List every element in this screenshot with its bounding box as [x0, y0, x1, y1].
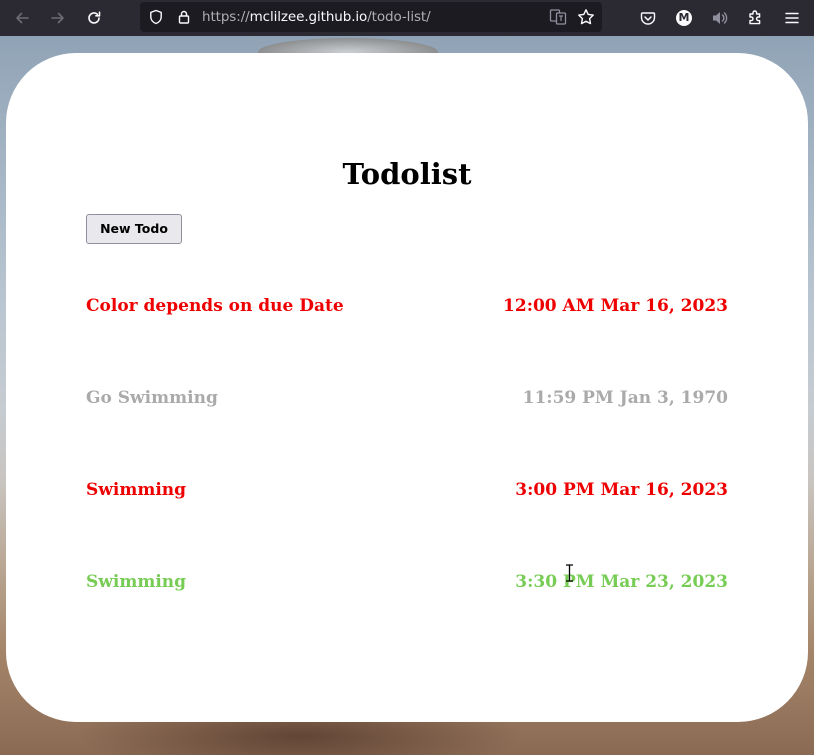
translate-button[interactable]	[546, 5, 570, 29]
back-button[interactable]	[10, 6, 34, 30]
reload-icon	[88, 11, 101, 24]
hamburger-menu-icon	[785, 12, 799, 24]
url-path: /todo-list/	[367, 9, 431, 25]
bookmark-button[interactable]	[574, 5, 598, 29]
todo-due-date: 11:59 PM Jan 3, 1970	[522, 388, 728, 408]
url-domain: mclilzee.github.io	[249, 9, 368, 25]
todo-name: Color depends on due Date	[86, 296, 344, 316]
star-icon	[578, 9, 594, 25]
arrow-right-icon	[51, 12, 64, 24]
todo-name: Swimming	[86, 480, 187, 500]
speaker-icon	[713, 12, 728, 24]
url-scheme: https://	[202, 9, 250, 25]
pocket-icon	[640, 12, 656, 25]
app-menu-button[interactable]	[780, 6, 804, 30]
site-info-button[interactable]	[172, 5, 196, 29]
lock-icon	[178, 10, 190, 24]
todo-name: Go Swimming	[86, 388, 218, 408]
todo-name: Swimming	[86, 572, 187, 592]
todo-due-date: 3:30 PM Mar 23, 2023	[515, 572, 728, 592]
todo-item[interactable]: Swimming 3:00 PM Mar 16, 2023	[86, 477, 728, 503]
page-title: Todolist	[342, 157, 472, 191]
text-cursor-icon	[566, 564, 573, 582]
arrow-left-icon	[16, 12, 29, 24]
url-bar[interactable]: https://mclilzee.github.io/todo-list/	[140, 2, 602, 32]
todo-item[interactable]: Go Swimming 11:59 PM Jan 3, 1970	[86, 385, 728, 411]
browser-toolbar: https://mclilzee.github.io/todo-list/ M	[0, 0, 814, 36]
reload-button[interactable]	[82, 6, 106, 30]
account-letter: M	[678, 11, 690, 24]
extensions-button[interactable]	[744, 6, 768, 30]
shield-icon	[150, 9, 162, 25]
forward-button[interactable]	[46, 6, 70, 30]
todo-due-date: 3:00 PM Mar 16, 2023	[515, 480, 728, 500]
todo-item[interactable]: Swimming 3:30 PM Mar 23, 2023	[86, 569, 728, 595]
url-text[interactable]: https://mclilzee.github.io/todo-list/	[202, 9, 431, 25]
sound-button[interactable]	[708, 6, 732, 30]
puzzle-icon	[749, 10, 761, 25]
translate-icon	[549, 9, 567, 25]
tracking-protection-button[interactable]	[144, 5, 168, 29]
todo-due-date: 12:00 AM Mar 16, 2023	[503, 296, 728, 316]
todo-item[interactable]: Color depends on due Date 12:00 AM Mar 1…	[86, 293, 728, 319]
account-button[interactable]: M	[672, 6, 696, 30]
new-todo-button[interactable]: New Todo	[86, 214, 182, 244]
pocket-button[interactable]	[636, 6, 660, 30]
